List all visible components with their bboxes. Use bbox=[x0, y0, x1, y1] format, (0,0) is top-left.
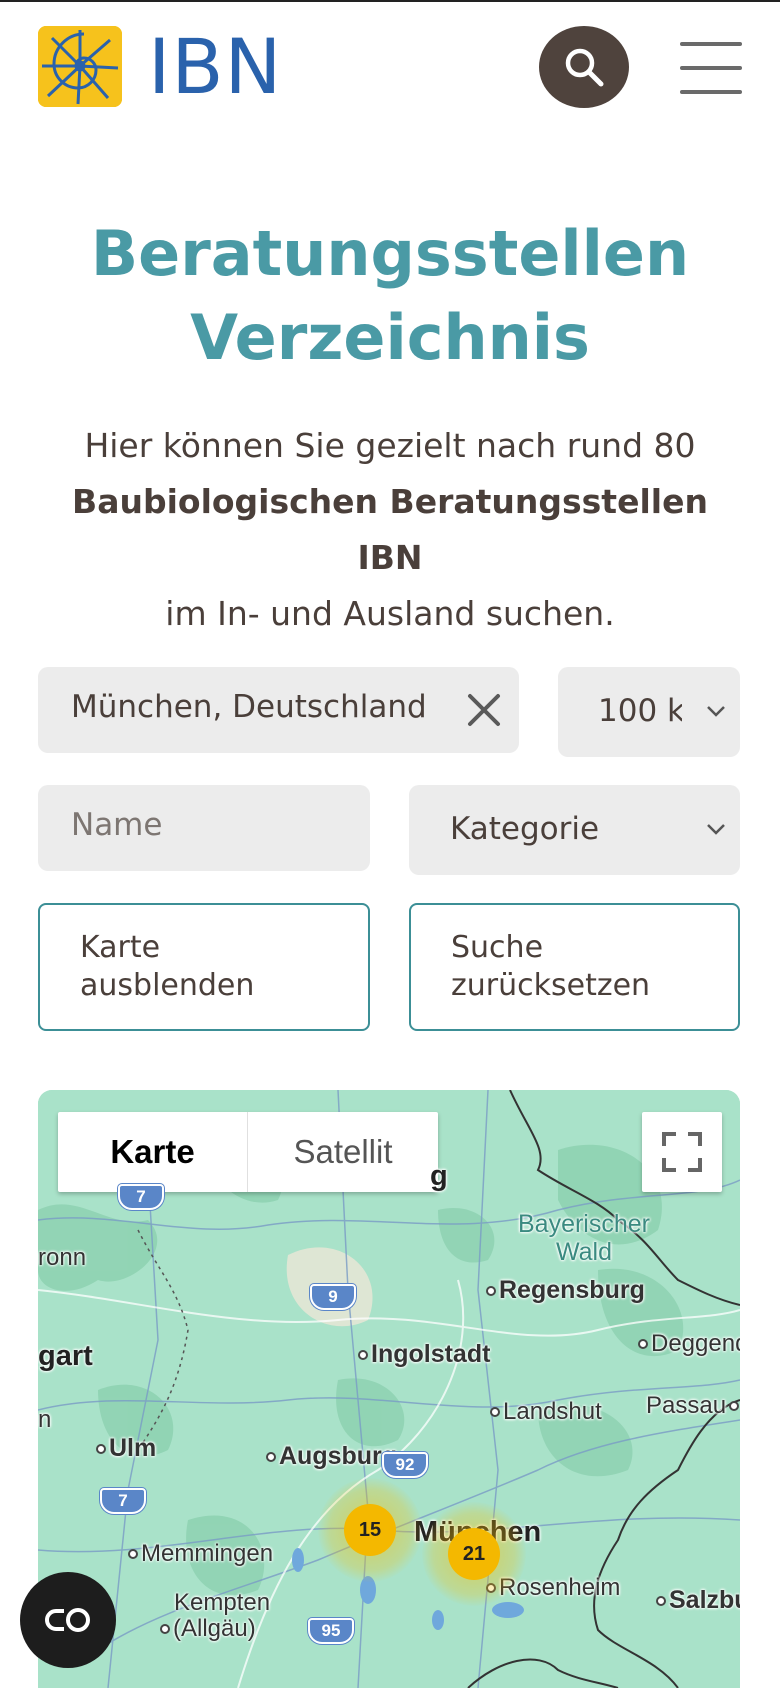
cluster-count: 15 bbox=[358, 1518, 382, 1541]
hide-map-line-2: ausblenden bbox=[80, 968, 255, 1003]
map-label-heilbronn-text: ronn bbox=[38, 1244, 87, 1271]
title-line-2: Verzeichnis bbox=[190, 301, 590, 374]
map-label-forest-2: Wald bbox=[555, 1238, 613, 1266]
reset-line-2: zurücksetzen bbox=[451, 968, 651, 1003]
map-label-edge-g: g bbox=[430, 1160, 448, 1193]
cluster-count: 21 bbox=[462, 1542, 486, 1565]
map-label-passau-text: Passau bbox=[646, 1392, 727, 1419]
map-label-deggendorf-text: Deggend bbox=[651, 1330, 740, 1357]
site-header: IBN bbox=[0, 0, 780, 140]
map-label-edge-n: n bbox=[38, 1406, 51, 1434]
map-label-stuttgart-text: gart bbox=[38, 1340, 93, 1372]
map-label-ulm: Ulm bbox=[96, 1434, 156, 1463]
logo-wordmark[interactable]: IBN bbox=[148, 22, 282, 112]
map-label-forest: Bayerischer Wald bbox=[518, 1210, 650, 1266]
map-label-kempten: Kempten (Allgäu) bbox=[160, 1590, 270, 1642]
map-label-landshut: Landshut bbox=[490, 1398, 602, 1426]
page-title: Beratungsstellen Verzeichnis bbox=[0, 212, 780, 380]
search-icon bbox=[565, 48, 604, 87]
radius-value: 100 km bbox=[598, 693, 682, 729]
map-label-augsburg-text: Augsburg bbox=[279, 1442, 398, 1470]
map-label-ingolstadt-text: Ingolstadt bbox=[371, 1340, 491, 1368]
fullscreen-button[interactable] bbox=[642, 1112, 722, 1192]
map-label-passau: Passau bbox=[646, 1392, 740, 1420]
fullscreen-icon bbox=[662, 1132, 702, 1172]
map-view[interactable]: Karte Satellit Bayerischer Wald Regensbu… bbox=[38, 1090, 740, 1688]
radius-select[interactable]: 100 km bbox=[558, 667, 740, 757]
map-label-salzburg: Salzbu bbox=[656, 1586, 740, 1615]
map-label-memmingen: Memmingen bbox=[128, 1540, 273, 1568]
map-label-ulm-text: Ulm bbox=[109, 1434, 157, 1462]
highway-shield: 95 bbox=[308, 1618, 354, 1644]
highway-shield: 7 bbox=[118, 1184, 164, 1210]
chevron-down-icon bbox=[707, 824, 725, 835]
highway-shield: 9 bbox=[310, 1284, 356, 1310]
title-line-1: Beratungsstellen bbox=[90, 217, 690, 290]
hide-map-button[interactable]: Karte ausblenden bbox=[38, 903, 370, 1031]
map-cluster-marker[interactable]: 21 bbox=[422, 1502, 526, 1606]
map-label-landshut-text: Landshut bbox=[503, 1398, 602, 1425]
name-input[interactable]: Name bbox=[38, 785, 370, 871]
clear-location-icon[interactable] bbox=[461, 687, 507, 733]
map-label-deggendorf: Deggend bbox=[638, 1330, 740, 1358]
map-type-map[interactable]: Karte bbox=[58, 1112, 248, 1192]
name-placeholder: Name bbox=[71, 807, 163, 843]
map-label-stuttgart: gart bbox=[38, 1340, 93, 1373]
map-label-forest-1: Bayerischer bbox=[518, 1210, 650, 1238]
category-select[interactable]: Kategorie bbox=[409, 785, 740, 875]
cookie-settings-button[interactable] bbox=[20, 1572, 116, 1668]
intro-part-1: Hier können Sie gezielt nach rund 80 bbox=[84, 426, 696, 465]
reset-search-label: Suche zurücksetzen bbox=[451, 929, 711, 1005]
hamburger-menu-icon[interactable] bbox=[680, 42, 742, 94]
reset-search-button[interactable]: Suche zurücksetzen bbox=[409, 903, 740, 1031]
nautilus-shell-icon[interactable] bbox=[38, 26, 122, 107]
map-label-regensburg: Regensburg bbox=[486, 1276, 645, 1305]
chevron-down-icon bbox=[707, 706, 725, 717]
intro-bold: Baubiologischen Beratungsstellen IBN bbox=[72, 482, 708, 577]
map-label-heilbronn: ronn bbox=[38, 1244, 86, 1272]
map-cluster-marker[interactable]: 15 bbox=[318, 1478, 422, 1582]
hide-map-line-1: Karte bbox=[80, 930, 161, 965]
map-label-edge-g-text: g bbox=[430, 1160, 448, 1192]
intro-part-2: im In- und Ausland suchen. bbox=[165, 594, 615, 633]
map-type-satellite[interactable]: Satellit bbox=[248, 1112, 438, 1192]
map-label-memmingen-text: Memmingen bbox=[141, 1540, 274, 1567]
intro-text: Hier können Sie gezielt nach rund 80 Bau… bbox=[40, 418, 740, 642]
hide-map-label: Karte ausblenden bbox=[80, 929, 340, 1005]
map-label-edge-n-text: n bbox=[38, 1406, 52, 1433]
map-type-switch[interactable]: Karte Satellit bbox=[58, 1112, 438, 1192]
highway-shield: 7 bbox=[100, 1488, 146, 1514]
map-label-augsburg: Augsburg bbox=[266, 1442, 397, 1471]
category-value: Kategorie bbox=[450, 811, 600, 847]
location-input[interactable]: München, Deutschland bbox=[38, 667, 519, 753]
map-label-kempten-2: (Allgäu) bbox=[173, 1615, 256, 1642]
highway-shield: 92 bbox=[382, 1452, 428, 1478]
reset-line-1: Suche bbox=[451, 930, 544, 965]
map-label-kempten-1: Kempten bbox=[174, 1589, 271, 1616]
cookie-consent-icon bbox=[45, 1608, 90, 1632]
map-label-regensburg-text: Regensburg bbox=[499, 1276, 645, 1304]
search-button[interactable] bbox=[539, 26, 629, 108]
map-label-ingolstadt: Ingolstadt bbox=[358, 1340, 490, 1369]
map-label-salzburg-text: Salzbu bbox=[669, 1586, 740, 1614]
location-value: München, Deutschland bbox=[71, 689, 427, 725]
